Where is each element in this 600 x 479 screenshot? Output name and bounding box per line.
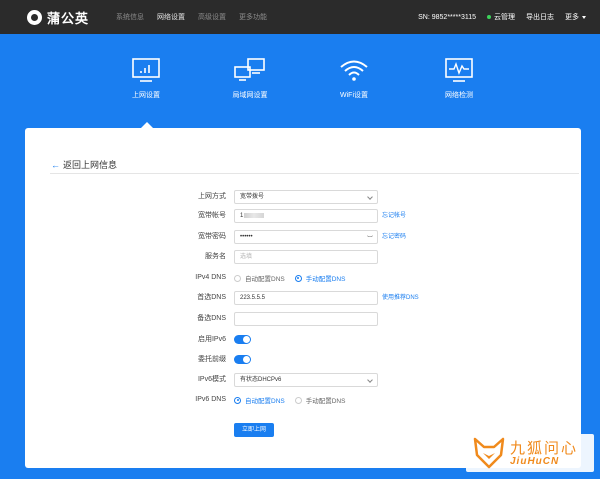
- secondary-dns-input[interactable]: [234, 312, 378, 326]
- blurred-text-mask: [244, 212, 265, 218]
- topnav-item-more-functions[interactable]: 更多功能: [239, 12, 267, 22]
- ipv6-dns-auto-option[interactable]: 自动配置DNS: [234, 395, 285, 405]
- wifi-icon: [340, 60, 368, 81]
- tab-wifi-settings-label: WiFi设置: [340, 92, 368, 99]
- status-dot-icon: [487, 15, 491, 20]
- caret-down-icon: [582, 15, 586, 19]
- brand-name: 蒲公英: [47, 10, 90, 26]
- service-name-label: 服务名: [205, 253, 226, 260]
- form-row-connection-type: 上网方式 宽带拨号: [25, 190, 581, 204]
- tab-lan-settings-label: 局域网设置: [232, 92, 268, 99]
- eye-closed-icon[interactable]: ︶: [367, 234, 373, 243]
- secondary-dns-label: 备选DNS: [197, 315, 226, 322]
- form-row-ipv6-dns: IPv6 DNS 自动配置DNS 手动配置DNS: [25, 393, 581, 407]
- connection-type-select[interactable]: 宽带拨号: [234, 190, 378, 204]
- account-label: 宽带帐号: [198, 212, 226, 219]
- topnav-item-advanced-settings[interactable]: 高级设置: [198, 12, 226, 22]
- ipv6-mode-select[interactable]: 有状态DHCPv6: [234, 373, 378, 387]
- ipv4-dns-label: IPv4 DNS: [195, 274, 226, 281]
- account-input[interactable]: 1: [234, 209, 378, 223]
- tab-internet-settings[interactable]: 上网设置: [111, 58, 181, 100]
- radio-unselected-icon: [234, 274, 241, 282]
- watermark: 九狐问心 JiuHuCN: [466, 434, 594, 472]
- tab-internet-settings-label: 上网设置: [132, 92, 160, 99]
- connection-type-label: 上网方式: [198, 193, 226, 200]
- form-row-delegate-prefix: 委托前缀: [25, 353, 581, 367]
- primary-dns-input[interactable]: 223.5.5.5: [234, 291, 378, 305]
- form-row-ipv4-dns: IPv4 DNS 自动配置DNS 手动配置DNS: [25, 271, 581, 285]
- form-row-password: 宽带密码 •••••• ︶ 忘记密码: [25, 230, 581, 244]
- back-to-internet-info-link[interactable]: ← 返回上网信息: [51, 158, 117, 171]
- brand-logo[interactable]: 蒲公英: [27, 8, 89, 27]
- form-row-ipv6-mode: IPv6模式 有状态DHCPv6: [25, 373, 581, 387]
- chevron-down-icon: [367, 377, 373, 383]
- fox-logo-icon: [473, 437, 505, 469]
- export-log-link[interactable]: 导出日志: [526, 12, 554, 22]
- radio-unselected-icon: [294, 396, 302, 404]
- password-label: 宽带密码: [198, 233, 226, 240]
- tab-network-diagnostics[interactable]: 网络检测: [424, 58, 494, 100]
- account-value: 1: [240, 213, 244, 219]
- form-row-account: 宽带帐号 1 忘记帐号: [25, 209, 581, 223]
- ipv6-dns-auto-label: 自动配置DNS: [245, 398, 285, 405]
- lan-computers-icon: [234, 58, 265, 81]
- serial-number: SN: 9852*****3115: [418, 13, 476, 21]
- forgot-account-link[interactable]: 忘记帐号: [382, 209, 406, 223]
- more-menu[interactable]: 更多: [565, 12, 586, 22]
- dandelion-logo-icon: [27, 9, 42, 25]
- ipv6-dns-manual-option[interactable]: 手动配置DNS: [294, 395, 346, 405]
- header-divider: [50, 173, 579, 174]
- form-row-enable-ipv6: 启用IPv6: [25, 333, 581, 347]
- watermark-chinese-text: 九狐问心: [510, 440, 579, 457]
- ipv6-mode-label: IPv6模式: [197, 376, 226, 383]
- ipv6-dns-radio-group: 自动配置DNS 手动配置DNS: [234, 393, 355, 407]
- password-value: ••••••: [240, 234, 253, 240]
- monitor-chart-icon: [132, 58, 160, 82]
- topnav-item-network-settings[interactable]: 网络设置: [157, 12, 185, 22]
- settings-card: ← 返回上网信息 上网方式 宽带拨号 宽带帐号 1 忘记帐号 宽带密码 •••••…: [25, 128, 581, 468]
- primary-dns-label: 首选DNS: [197, 294, 226, 301]
- arrow-left-icon: ←: [51, 160, 60, 170]
- forgot-password-link[interactable]: 忘记密码: [382, 230, 406, 244]
- enable-ipv6-toggle[interactable]: [234, 335, 251, 344]
- ipv4-dns-manual-label: 手动配置DNS: [305, 276, 346, 283]
- ipv6-dns-label: IPv6 DNS: [195, 396, 226, 403]
- radio-selected-icon: [234, 396, 241, 404]
- cloud-management-label: 云管理: [494, 14, 515, 21]
- ipv4-dns-auto-option[interactable]: 自动配置DNS: [234, 273, 285, 283]
- cloud-management-link[interactable]: 云管理: [487, 12, 515, 22]
- form-row-primary-dns: 首选DNS 223.5.5.5 使用推荐DNS: [25, 291, 581, 305]
- connect-now-button[interactable]: 立即上网: [234, 423, 274, 437]
- top-bar: 蒲公英 系统信息 网络设置 高级设置 更多功能 SN: 9852*****311…: [0, 0, 600, 34]
- tab-network-diagnostics-label: 网络检测: [445, 92, 473, 99]
- form-row-secondary-dns: 备选DNS: [25, 312, 581, 326]
- ipv4-dns-manual-option[interactable]: 手动配置DNS: [294, 273, 346, 283]
- delegate-prefix-toggle[interactable]: [234, 355, 251, 364]
- more-menu-label: 更多: [565, 14, 579, 21]
- top-right-area: SN: 9852*****3115 云管理 导出日志 更多: [407, 0, 586, 34]
- radio-selected-icon: [294, 274, 302, 282]
- service-name-input[interactable]: 选填: [234, 250, 378, 264]
- use-recommended-dns-link[interactable]: 使用推荐DNS: [382, 291, 419, 305]
- ipv6-dns-manual-label: 手动配置DNS: [305, 398, 346, 405]
- delegate-prefix-label: 委托前缀: [198, 356, 226, 363]
- back-link-label: 返回上网信息: [63, 160, 118, 170]
- form-row-service-name: 服务名 选填: [25, 250, 581, 264]
- enable-ipv6-label: 启用IPv6: [197, 336, 226, 343]
- network-settings-tabs: 上网设置 局域网设置 WiFi设置 网络检测: [0, 34, 600, 130]
- monitor-pulse-icon: [445, 58, 473, 82]
- ipv4-dns-radio-group: 自动配置DNS 手动配置DNS: [234, 271, 355, 285]
- topnav-item-system-info[interactable]: 系统信息: [116, 12, 144, 22]
- chevron-down-icon: [367, 194, 373, 200]
- top-nav: 系统信息 网络设置 高级设置 更多功能: [116, 12, 280, 22]
- password-input[interactable]: •••••• ︶: [234, 230, 378, 244]
- tab-wifi-settings[interactable]: WiFi设置: [319, 58, 389, 100]
- ipv6-mode-value: 有状态DHCPv6: [240, 377, 282, 383]
- watermark-english-text: JiuHuCN: [510, 456, 560, 467]
- connection-type-value: 宽带拨号: [240, 194, 265, 200]
- tab-lan-settings[interactable]: 局域网设置: [215, 58, 285, 100]
- ipv4-dns-auto-label: 自动配置DNS: [245, 276, 285, 283]
